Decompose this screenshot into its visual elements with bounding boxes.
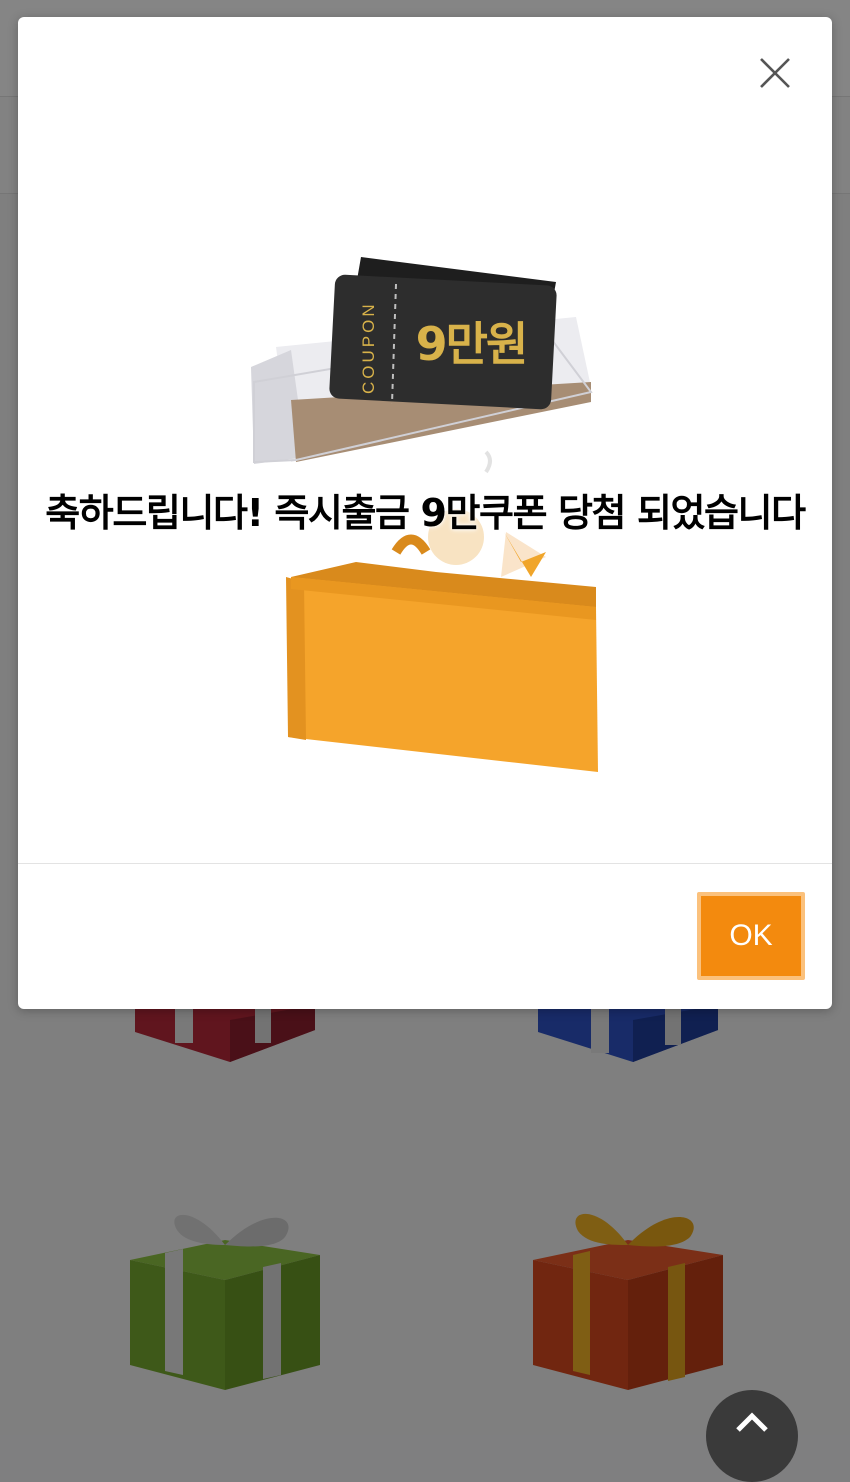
coupon-amount: 9만원 bbox=[416, 317, 527, 371]
open-gift-box bbox=[286, 532, 598, 772]
modal-message: 축하드립니다! 즉시출금 9만쿠폰 당첨 되었습니다 bbox=[45, 491, 806, 535]
ok-button[interactable]: OK bbox=[697, 892, 805, 980]
coupon-side-text: COUPON bbox=[359, 301, 378, 394]
close-icon[interactable] bbox=[757, 55, 793, 91]
modal-body: COUPON 9만원 축하드립니다! 즉시출금 9만쿠폰 당첨 되었습니다 bbox=[18, 17, 832, 863]
chevron-up-icon bbox=[736, 1412, 768, 1432]
prize-modal: COUPON 9만원 축하드립니다! 즉시출금 9만쿠폰 당첨 되었습니다 OK bbox=[18, 17, 832, 1009]
modal-divider bbox=[18, 863, 832, 864]
coupon-ticket: COUPON 9만원 bbox=[329, 274, 557, 410]
scroll-top-button[interactable] bbox=[706, 1390, 798, 1482]
